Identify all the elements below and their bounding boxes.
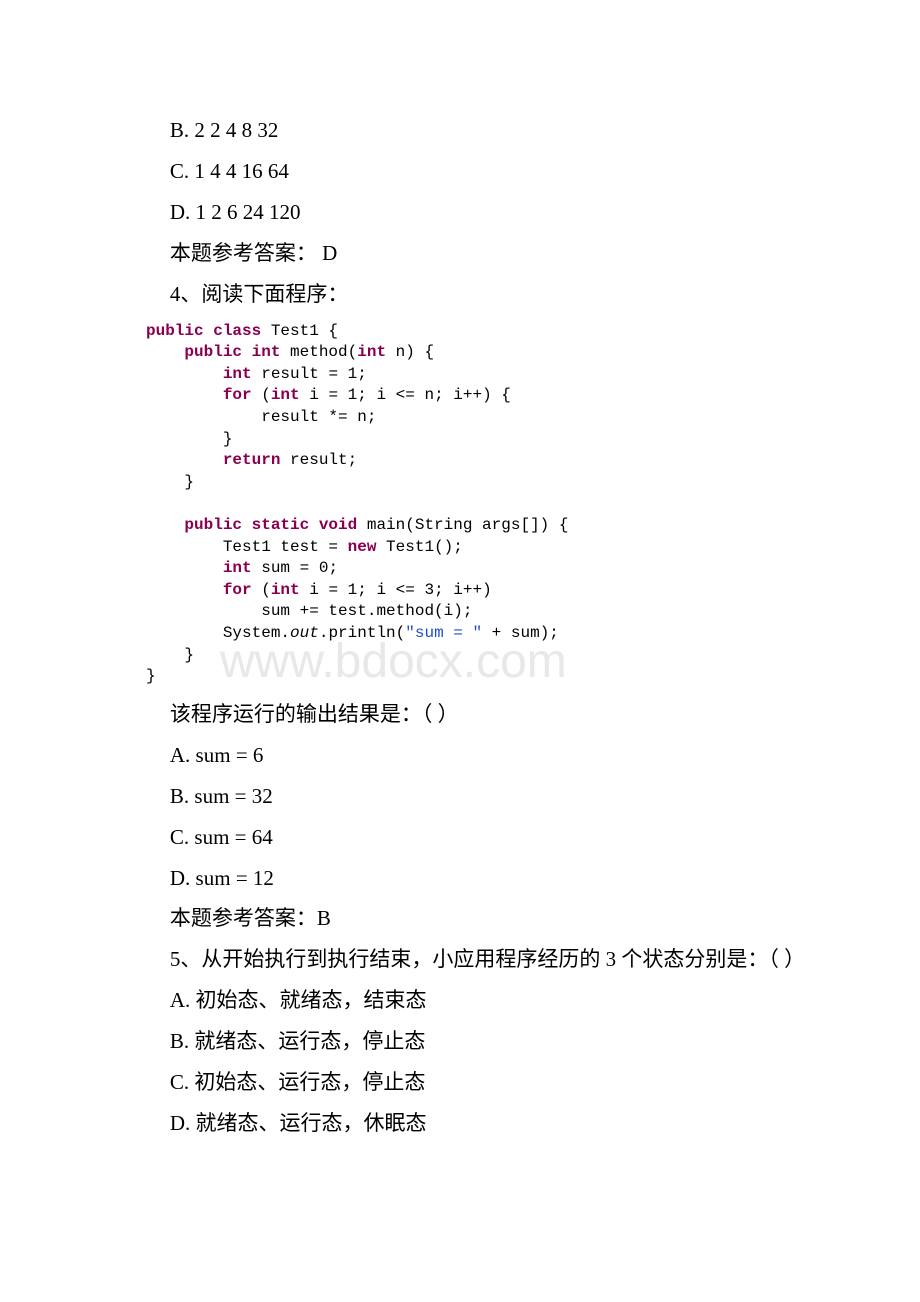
code-text: Test1 { bbox=[261, 322, 338, 340]
code-string: "sum = " bbox=[405, 624, 482, 642]
code-keyword: int bbox=[146, 559, 252, 577]
q5-option-a: A. 初始态、就绪态，结束态 bbox=[130, 980, 830, 1021]
code-text: i = 1; i <= 3; i++) bbox=[300, 581, 492, 599]
code-keyword: int bbox=[357, 343, 386, 361]
code-text: i = 1; i <= n; i++) { bbox=[300, 386, 511, 404]
q4-option-b: B. sum = 32 bbox=[130, 776, 830, 817]
code-text: main(String args[]) { bbox=[357, 516, 568, 534]
q5-prompt: 5、从开始执行到执行结束，小应用程序经历的 3 个状态分别是：（ ） bbox=[130, 939, 830, 980]
code-text: } bbox=[146, 667, 156, 685]
code-keyword: public static void bbox=[146, 516, 357, 534]
code-text: Test1(); bbox=[376, 538, 462, 556]
code-keyword: for bbox=[146, 581, 252, 599]
q3-answer: 本题参考答案： D bbox=[130, 233, 830, 274]
q5-option-b: B. 就绪态、运行态，停止态 bbox=[130, 1021, 830, 1062]
code-text: method( bbox=[280, 343, 357, 361]
code-keyword: public int bbox=[146, 343, 280, 361]
code-text: sum = 0; bbox=[252, 559, 338, 577]
q4-option-a: A. sum = 6 bbox=[130, 735, 830, 776]
code-text: } bbox=[146, 646, 194, 664]
code-text: } bbox=[146, 473, 194, 491]
code-text: } bbox=[146, 430, 232, 448]
code-text: result *= n; bbox=[146, 408, 376, 426]
code-keyword: return bbox=[146, 451, 280, 469]
code-snippet: public class Test1 { public int method(i… bbox=[146, 321, 830, 688]
q5-option-d: D. 就绪态、运行态，休眠态 bbox=[130, 1103, 830, 1144]
q4-prompt: 4、阅读下面程序： bbox=[130, 274, 830, 315]
code-text: ( bbox=[252, 581, 271, 599]
code-text: + sum); bbox=[482, 624, 559, 642]
code-keyword: int bbox=[146, 365, 252, 383]
code-text: sum += test.method(i); bbox=[146, 602, 472, 620]
q4-question: 该程序运行的输出结果是：（ ） bbox=[130, 694, 830, 735]
q4-option-c: C. sum = 64 bbox=[130, 817, 830, 858]
code-text: n) { bbox=[386, 343, 434, 361]
q3-option-c: C. 1 4 4 16 64 bbox=[130, 151, 830, 192]
code-text: .println( bbox=[319, 624, 405, 642]
q4-answer: 本题参考答案：B bbox=[130, 898, 830, 939]
document-page: B. 2 2 4 8 32 C. 1 4 4 16 64 D. 1 2 6 24… bbox=[0, 0, 920, 1204]
code-text: result = 1; bbox=[252, 365, 367, 383]
q3-option-b: B. 2 2 4 8 32 bbox=[130, 110, 830, 151]
q4-option-d: D. sum = 12 bbox=[130, 858, 830, 899]
code-keyword: int bbox=[271, 386, 300, 404]
code-keyword: for bbox=[146, 386, 252, 404]
code-text: ( bbox=[252, 386, 271, 404]
code-keyword: public class bbox=[146, 322, 261, 340]
q5-option-c: C. 初始态、运行态，停止态 bbox=[130, 1062, 830, 1103]
code-static-ref: out bbox=[290, 624, 319, 642]
code-text: result; bbox=[280, 451, 357, 469]
code-keyword: int bbox=[271, 581, 300, 599]
code-text: System. bbox=[146, 624, 290, 642]
code-keyword: new bbox=[348, 538, 377, 556]
code-text: Test1 test = bbox=[146, 538, 348, 556]
q3-option-d: D. 1 2 6 24 120 bbox=[130, 192, 830, 233]
